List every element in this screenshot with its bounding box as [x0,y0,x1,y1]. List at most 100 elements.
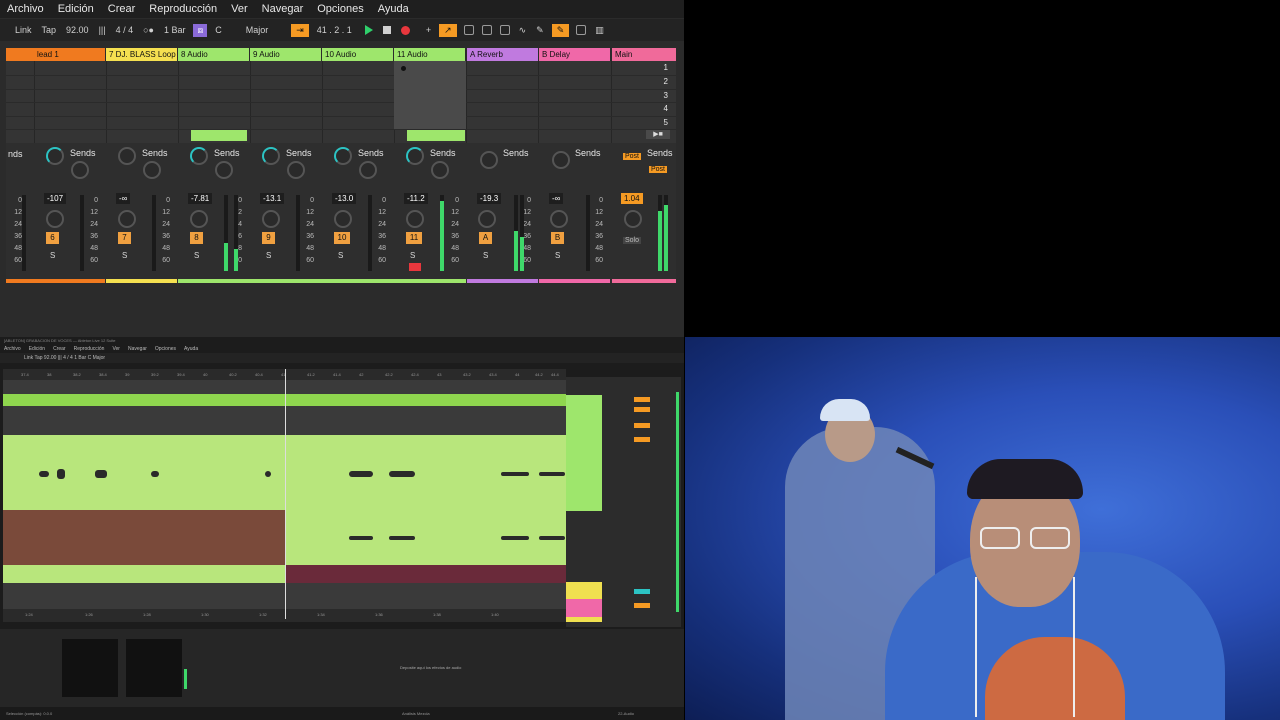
overdub-icon[interactable]: + [421,25,436,35]
send-a-knob[interactable] [406,147,424,165]
menu-ayuda[interactable]: Ayuda [371,0,416,18]
volume-value[interactable]: -∞ [549,193,564,204]
signature-field[interactable]: 4 / 4 [111,25,139,35]
send-a-knob[interactable] [552,151,570,169]
send-a-knob[interactable] [334,147,352,165]
quantize-select[interactable]: 1 Bar [159,25,191,35]
menu-item[interactable]: Reproducción [70,345,109,353]
volume-value[interactable]: 1.04 [621,193,643,204]
menu-item[interactable]: Ver [108,345,124,353]
menu-edicion[interactable]: Edición [51,0,101,18]
follow-icon[interactable]: ○● [138,25,159,35]
volume-value[interactable]: -∞ [116,193,131,204]
track-activator[interactable]: 9 [262,232,275,244]
scene-number[interactable]: 1 [664,63,668,72]
send-b-knob[interactable] [287,161,305,179]
clip-slot-playing[interactable] [191,130,247,141]
audio-clip-maroon[interactable] [285,565,566,583]
pan-knob[interactable] [478,210,496,228]
scale-select[interactable]: Major [241,25,274,35]
solo-s[interactable]: S [338,251,343,260]
stop-icon[interactable] [382,26,391,34]
track-header-8-audio[interactable]: 8 Audio [178,48,249,61]
pan-knob[interactable] [262,210,280,228]
send-a-knob[interactable] [190,147,208,165]
track-activator[interactable]: 7 [118,232,131,244]
link-button[interactable]: Link [10,25,37,35]
scene-number[interactable]: 4 [664,104,668,113]
send-a-knob[interactable] [480,151,498,169]
song-position[interactable]: 41 . 2 . 1 [312,25,357,35]
track-header-a-reverb[interactable]: A Reverb [467,48,538,61]
pan-knob[interactable] [406,210,424,228]
track-header-9-audio[interactable]: 9 Audio [250,48,321,61]
arrangement-record-icon[interactable]: ⇥ [291,23,309,37]
track-header-block[interactable] [566,395,602,511]
scene-number[interactable]: 3 [664,91,668,100]
menu-crear[interactable]: Crear [101,0,143,18]
clip-grid[interactable]: 1 2 3 4 5 ▶■ [6,61,676,143]
tap-button[interactable]: Tap [37,25,62,35]
draw-mode-icon[interactable]: ∿ [514,25,532,36]
solo-s[interactable]: S [555,251,560,260]
stop-all-clips-button[interactable]: ▶■ [646,130,670,139]
post-button[interactable]: Post [623,153,642,160]
pan-knob[interactable] [46,210,64,228]
solo-s[interactable]: S [483,251,488,260]
device-panel[interactable] [62,639,118,697]
track-activator[interactable]: 6 [46,232,59,244]
send-a-knob[interactable] [262,147,280,165]
post-button[interactable]: Post [649,166,668,173]
clip-slot-playing[interactable] [407,130,465,141]
scale-mode-icon[interactable]: ⧈ [193,23,208,37]
pan-knob[interactable] [334,210,352,228]
midi-map-icon[interactable] [576,25,587,35]
volume-value[interactable]: -13.0 [332,193,357,204]
track-activator[interactable]: 11 [406,232,422,244]
solo-s[interactable]: S [50,251,55,260]
device-panel[interactable] [126,639,182,697]
send-a-knob[interactable] [118,147,136,165]
send-b-knob[interactable] [431,161,449,179]
track-activator[interactable]: 10 [334,232,350,244]
volume-value[interactable]: -19.3 [477,193,502,204]
key-select[interactable]: C [210,25,227,35]
metronome-icon[interactable]: ||| [94,25,111,35]
send-b-knob[interactable] [71,161,89,179]
capture-icon[interactable] [463,25,474,35]
pencil-icon[interactable]: ✎ [531,25,549,36]
arm-record-button[interactable] [409,263,421,271]
loop-icon[interactable] [499,25,510,35]
volume-value[interactable]: -11.2 [404,193,428,204]
menu-item[interactable]: Navegar [124,345,151,353]
scene-number[interactable]: 2 [664,77,668,86]
volume-value[interactable]: -107 [44,193,67,204]
menu-item[interactable]: Ayuda [180,345,202,353]
send-b-knob[interactable] [359,161,377,179]
record-icon[interactable] [400,25,410,35]
track-activator[interactable]: B [551,232,564,244]
pan-knob[interactable] [624,210,642,228]
volume-value[interactable]: -7.81 [188,193,213,204]
pan-knob[interactable] [190,210,208,228]
track-header-dj-blass[interactable]: 7 DJ. BLASS Loop [106,48,177,61]
menu-item[interactable]: Crear [49,345,70,353]
key-map-icon[interactable]: ✎ [551,23,570,37]
menu-reproduccion[interactable]: Reproducción [142,0,224,18]
menu-item[interactable]: Opciones [151,345,180,353]
pan-knob[interactable] [118,210,136,228]
menu-item[interactable]: Edición [25,345,49,353]
menu-navegar[interactable]: Navegar [255,0,311,18]
send-b-knob[interactable] [143,161,161,179]
clip-stop-icon[interactable] [401,66,406,71]
menu-opciones[interactable]: Opciones [310,0,370,18]
solo-s[interactable]: S [410,251,415,260]
session-record-icon[interactable] [481,25,492,35]
track-header-lead[interactable]: lead 1 [34,48,105,61]
solo-s[interactable]: S [266,251,271,260]
volume-value[interactable]: -13.1 [260,193,285,204]
pan-knob[interactable] [550,210,568,228]
menu-item[interactable]: Archivo [0,345,25,353]
solo-s[interactable]: S [122,251,127,260]
audio-clip-brown[interactable] [3,510,285,565]
